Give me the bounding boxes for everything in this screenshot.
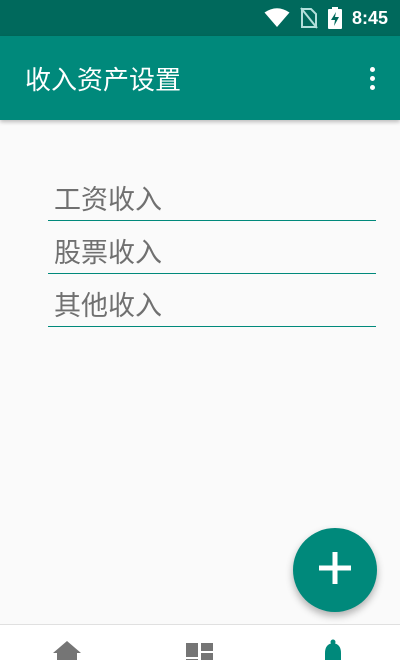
income-item-label: 股票收入 xyxy=(54,238,162,269)
add-income-button[interactable] xyxy=(293,528,377,612)
nav-item-dashboard[interactable] xyxy=(160,639,240,660)
no-sim-icon xyxy=(300,7,318,29)
status-icons: 8:45 xyxy=(264,7,388,29)
app-bar: 收入资产设置 xyxy=(0,36,400,120)
income-item-stock[interactable]: 股票收入 xyxy=(48,221,376,274)
status-bar: 8:45 xyxy=(0,0,400,36)
income-item-other[interactable]: 其他收入 xyxy=(48,274,376,327)
battery-charging-icon xyxy=(327,7,342,29)
overflow-dot xyxy=(369,66,375,72)
dashboard-icon xyxy=(185,639,214,660)
nav-item-home[interactable] xyxy=(27,639,107,660)
bottom-nav xyxy=(0,624,400,660)
overflow-dot xyxy=(369,75,375,81)
add-icon xyxy=(317,550,353,590)
nav-item-notifications[interactable] xyxy=(293,639,373,660)
notifications-icon xyxy=(321,639,345,660)
income-item-label: 工资收入 xyxy=(54,185,162,216)
status-time: 8:45 xyxy=(351,7,388,28)
income-item-salary[interactable]: 工资收入 xyxy=(48,168,376,221)
income-list: 工资收入 股票收入 其他收入 xyxy=(48,168,376,327)
more-vert-icon[interactable] xyxy=(358,58,386,98)
page-title: 收入资产设置 xyxy=(25,65,182,96)
wifi-icon xyxy=(264,8,290,28)
overflow-dot xyxy=(369,84,375,90)
home-icon xyxy=(52,639,82,660)
income-item-label: 其他收入 xyxy=(54,291,162,322)
